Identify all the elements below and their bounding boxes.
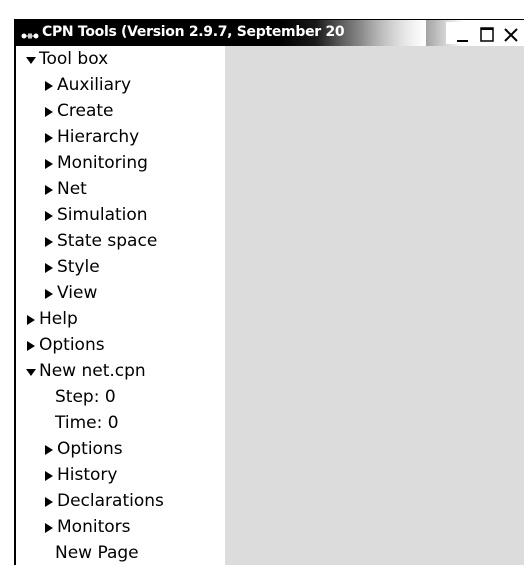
title-bar[interactable]: CPN Tools (Version 2.9.7, September 20: [16, 20, 524, 46]
tree-item-label: Options: [57, 439, 123, 459]
tree-item-label: New Page: [55, 543, 139, 563]
tree-item-label: Style: [57, 257, 100, 277]
tree-item-label: Declarations: [57, 491, 164, 511]
tree-item-monitors[interactable]: Monitors: [43, 514, 130, 540]
tree-item-label: Tool box: [39, 49, 109, 69]
collapsed-triangle-icon: [43, 156, 55, 170]
close-icon[interactable]: [502, 24, 520, 44]
collapsed-triangle-icon: [43, 208, 55, 222]
collapsed-triangle-icon: [43, 442, 55, 456]
tree-item-new-net[interactable]: New net.cpn: [25, 358, 146, 384]
tree-item-simulation[interactable]: Simulation: [43, 202, 148, 228]
tree-item-label: View: [57, 283, 98, 303]
tree-item-style[interactable]: Style: [43, 254, 100, 280]
tree-item-history[interactable]: History: [43, 462, 117, 488]
tree-item-net-options[interactable]: Options: [43, 436, 123, 462]
cpn-tools-window: CPN Tools (Version 2.9.7, September 20 T…: [14, 19, 524, 565]
index-sidebar: Tool box Auxiliary Create Hierarchy Moni: [16, 46, 225, 565]
window-controls: [446, 22, 524, 44]
collapsed-triangle-icon: [43, 78, 55, 92]
collapsed-triangle-icon: [43, 286, 55, 300]
collapsed-triangle-icon: [43, 468, 55, 482]
maximize-icon[interactable]: [478, 24, 496, 44]
window-title: CPN Tools (Version 2.9.7, September 20: [42, 24, 345, 40]
tree-item-label: Create: [57, 101, 114, 121]
tree-item-label: Options: [39, 335, 105, 355]
tree-item-label: Net: [57, 179, 87, 199]
collapsed-triangle-icon: [43, 494, 55, 508]
tree-item-new-page[interactable]: New Page: [55, 540, 139, 565]
tree-item-net[interactable]: Net: [43, 176, 87, 202]
collapsed-triangle-icon: [43, 104, 55, 118]
tree-item-label: Monitors: [57, 517, 131, 537]
tree-item-label: Auxiliary: [57, 75, 132, 95]
time-label: Time: 0: [55, 413, 119, 433]
tree-item-auxiliary[interactable]: Auxiliary: [43, 72, 131, 98]
collapsed-triangle-icon: [43, 130, 55, 144]
tree-item-state-space[interactable]: State space: [43, 228, 157, 254]
collapsed-triangle-icon: [43, 234, 55, 248]
tree-item-label: History: [57, 465, 118, 485]
tree-item-monitoring[interactable]: Monitoring: [43, 150, 148, 176]
tree-item-view[interactable]: View: [43, 280, 97, 306]
tree-item-hierarchy[interactable]: Hierarchy: [43, 124, 139, 150]
cpn-app-icon: [21, 27, 39, 39]
net-step-status: Step: 0: [55, 384, 116, 410]
net-time-status: Time: 0: [55, 410, 119, 436]
tree-item-label: Simulation: [57, 205, 148, 225]
expanded-triangle-icon: [25, 52, 37, 66]
collapsed-triangle-icon: [25, 312, 37, 326]
tree-item-options[interactable]: Options: [25, 332, 105, 358]
tree-item-help[interactable]: Help: [25, 306, 78, 332]
step-label: Step: 0: [55, 387, 116, 407]
workspace-canvas[interactable]: [225, 46, 524, 565]
tree-item-label: Help: [39, 309, 78, 329]
tree-item-create[interactable]: Create: [43, 98, 114, 124]
tree-item-label: Hierarchy: [57, 127, 140, 147]
title-fade: [316, 20, 426, 46]
collapsed-triangle-icon: [43, 182, 55, 196]
collapsed-triangle-icon: [43, 260, 55, 274]
minimize-icon[interactable]: [454, 24, 472, 44]
tree-item-label: Monitoring: [57, 153, 148, 173]
tree-item-label: New net.cpn: [39, 361, 146, 381]
tree-item-declarations[interactable]: Declarations: [43, 488, 164, 514]
tree-item-label: State space: [57, 231, 158, 251]
tree-item-toolbox[interactable]: Tool box: [25, 46, 108, 72]
collapsed-triangle-icon: [43, 520, 55, 534]
expanded-triangle-icon: [25, 364, 37, 378]
collapsed-triangle-icon: [25, 338, 37, 352]
